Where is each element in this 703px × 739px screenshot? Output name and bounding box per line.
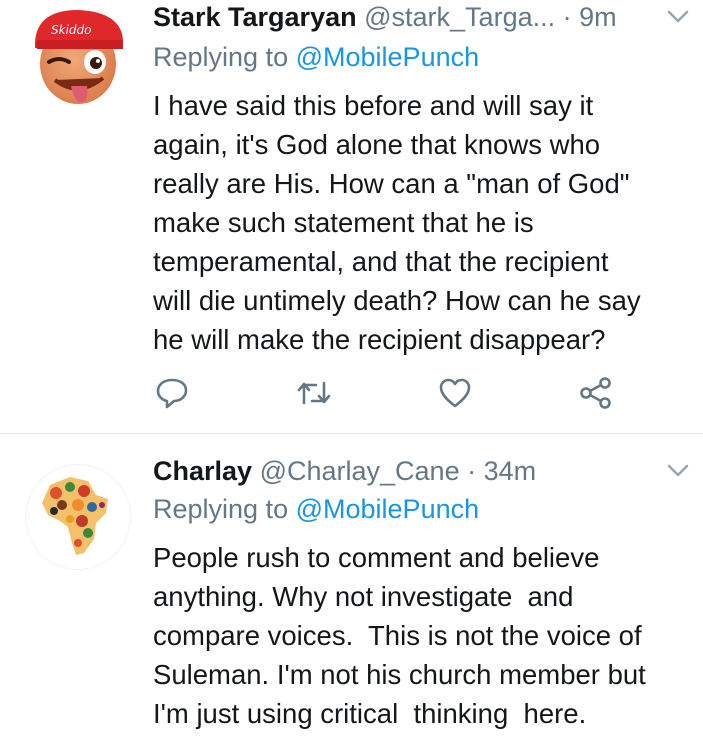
tweet-1[interactable]: Skiddo Stark Targaryan @stark_Targa... ·…	[0, 0, 703, 433]
like-button[interactable]	[437, 375, 473, 411]
chevron-down-icon[interactable]	[667, 464, 689, 478]
share-icon	[580, 377, 611, 409]
separator-dot: ·	[467, 456, 477, 486]
tweet-text: I have said this before and will say it …	[153, 90, 641, 355]
tweet-2[interactable]: Charlay @Charlay_Cane · 34m Replying to …	[0, 434, 703, 739]
mention-link[interactable]: @MobilePunch	[296, 42, 480, 72]
retweet-icon	[297, 381, 331, 405]
replying-to: Replying to @MobilePunch	[153, 492, 479, 526]
display-name[interactable]: Charlay	[153, 456, 252, 486]
tweet-header: Charlay @Charlay_Cane · 34m	[153, 454, 536, 488]
mention-link[interactable]: @MobilePunch	[296, 494, 480, 524]
timestamp[interactable]: 34m	[484, 456, 537, 486]
replying-prefix: Replying to	[153, 494, 289, 524]
tweet-header: Stark Targaryan @stark_Targa... · 9m	[153, 0, 617, 34]
reply-button[interactable]	[154, 375, 190, 411]
separator-dot: ·	[562, 2, 572, 32]
avatar-badge-text: Skiddo	[51, 23, 91, 37]
timestamp[interactable]: 9m	[579, 2, 617, 32]
avatar[interactable]: Skiddo	[25, 2, 131, 108]
replying-prefix: Replying to	[153, 42, 289, 72]
avatar-africa-map-image	[42, 477, 108, 555]
retweet-button[interactable]	[296, 375, 332, 411]
avatar-emoji-image: Skiddo	[25, 2, 131, 108]
avatar[interactable]	[25, 464, 131, 570]
user-handle[interactable]: @stark_Targa...	[364, 2, 555, 32]
tweet-text: People rush to comment and believe anyth…	[153, 542, 646, 729]
like-icon	[439, 378, 471, 408]
display-name[interactable]: Stark Targaryan	[153, 2, 357, 32]
replying-to: Replying to @MobilePunch	[153, 40, 479, 74]
reply-icon	[156, 378, 188, 409]
user-handle[interactable]: @Charlay_Cane	[260, 456, 460, 486]
share-button[interactable]	[578, 375, 614, 411]
chevron-down-icon[interactable]	[667, 10, 689, 24]
